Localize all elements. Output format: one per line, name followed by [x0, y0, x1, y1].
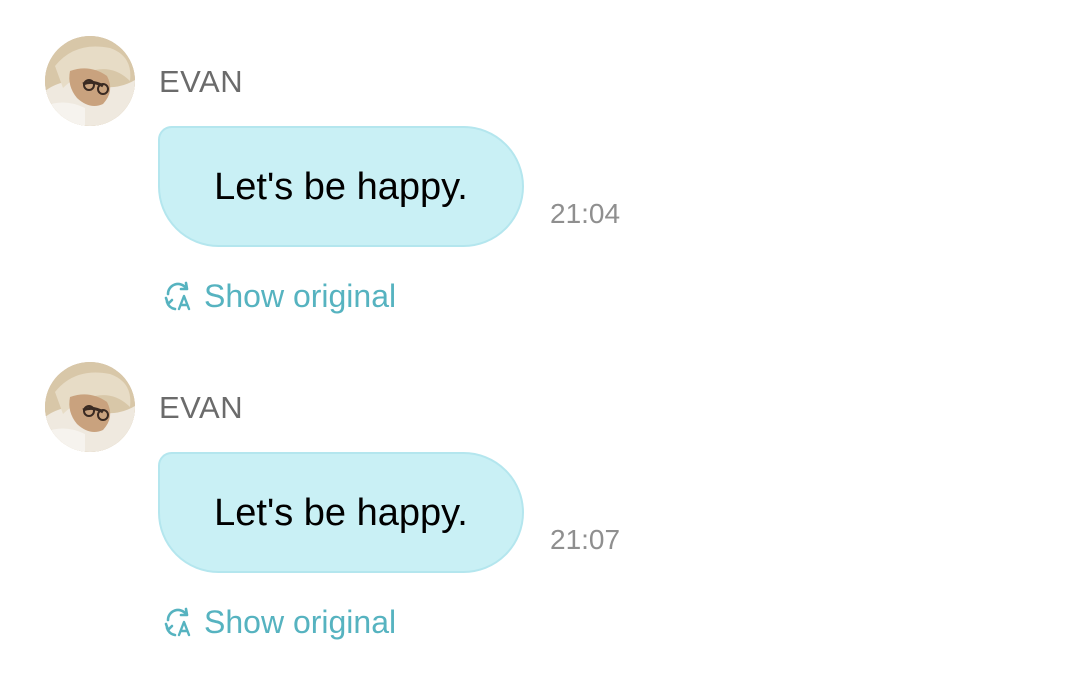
message-text: Let's be happy.: [214, 491, 468, 534]
avatar[interactable]: [45, 36, 135, 126]
show-original-label: Show original: [204, 278, 397, 314]
message-timestamp: 21:04: [550, 198, 621, 229]
show-original-button[interactable]: Show original: [162, 276, 396, 316]
sender-name: EVAN: [159, 64, 244, 99]
avatar-photo: [45, 362, 135, 452]
show-original-button[interactable]: Show original: [162, 602, 396, 642]
chat-message: EVAN Let's be happy. 21:07 Show original: [0, 326, 1080, 640]
chat-message: EVAN Let's be happy. 21:04 Show original: [0, 0, 1080, 314]
translate-icon: [162, 606, 194, 638]
message-bubble[interactable]: Let's be happy.: [158, 126, 524, 247]
avatar[interactable]: [45, 362, 135, 452]
sender-name: EVAN: [159, 390, 244, 425]
message-timestamp: 21:07: [550, 524, 621, 555]
avatar-photo: [45, 36, 135, 126]
message-bubble[interactable]: Let's be happy.: [158, 452, 524, 573]
chat-thread: EVAN Let's be happy. 21:04 Show original: [0, 0, 1080, 674]
translate-icon: [162, 280, 194, 312]
show-original-label: Show original: [204, 604, 397, 640]
message-text: Let's be happy.: [214, 165, 468, 208]
